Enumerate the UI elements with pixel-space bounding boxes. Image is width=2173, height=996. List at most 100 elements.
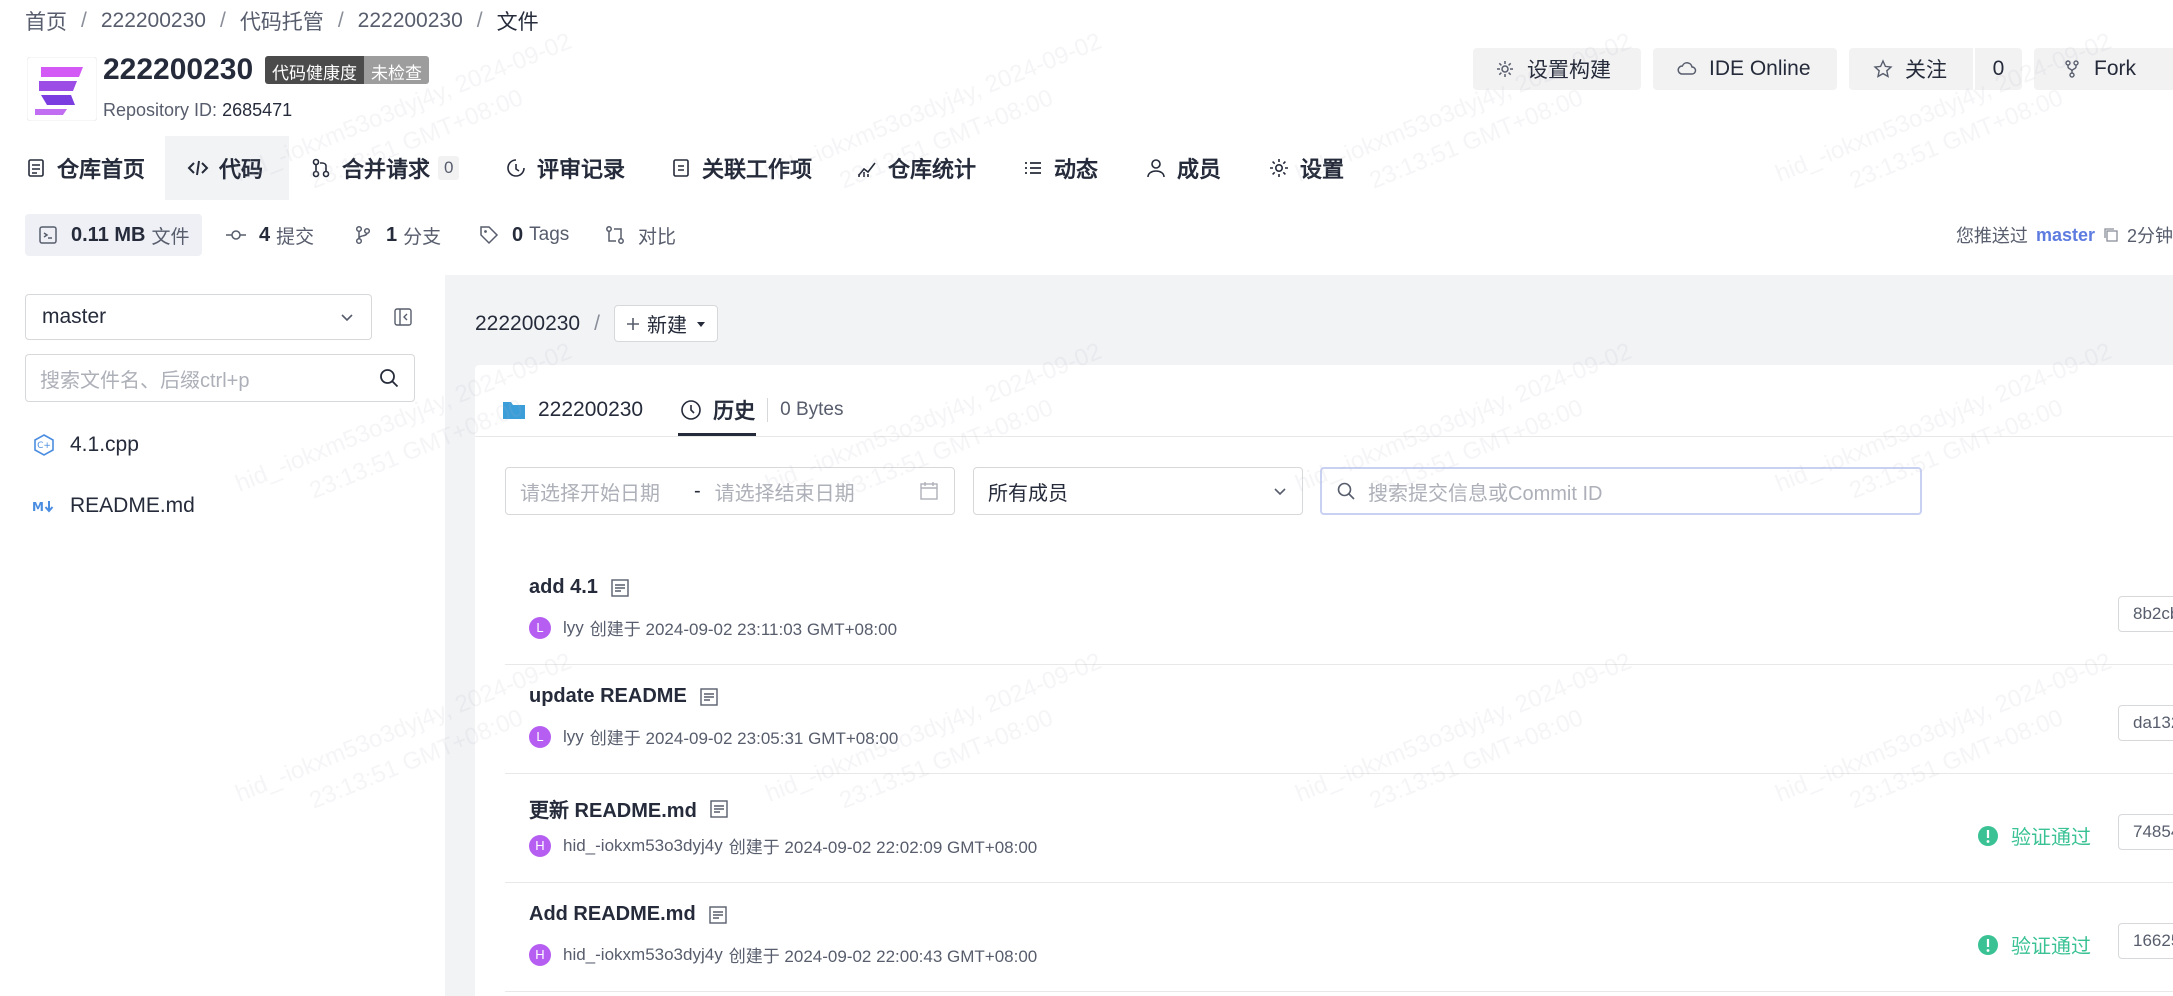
- tab-activity-label: 动态: [1054, 157, 1099, 182]
- commit-sha[interactable]: 74854: [2118, 814, 2173, 850]
- commit-row[interactable]: 更新 README.md Hhid_-iokxm53o3dyj4y 创建于 202…: [505, 774, 2173, 883]
- commit-title[interactable]: update README: [529, 685, 687, 708]
- member-filter-select[interactable]: 所有成员: [973, 467, 1303, 515]
- breadcrumb-home[interactable]: 首页: [25, 6, 67, 36]
- start-date-input[interactable]: 请选择开始日期: [520, 477, 680, 506]
- gear-icon: [1270, 159, 1288, 177]
- breadcrumb-project[interactable]: 222200230: [101, 9, 206, 33]
- tab-members[interactable]: 成员: [1145, 136, 1221, 200]
- path-root[interactable]: 222200230: [475, 312, 580, 336]
- tab-members-label: 成员: [1177, 157, 1222, 182]
- commit-search-input[interactable]: 搜索提交信息或Commit ID: [1320, 467, 1922, 515]
- follow-label: 关注: [1905, 59, 1947, 82]
- file-item[interactable]: C+ 4.1.cpp: [32, 430, 139, 460]
- health-label: 代码健康度: [265, 56, 364, 84]
- tab-review-records[interactable]: 评审记录: [505, 136, 625, 200]
- follow-button[interactable]: 关注: [1849, 48, 1973, 90]
- push-info-branch[interactable]: master: [2036, 225, 2095, 246]
- commit-title[interactable]: 更新 README.md: [529, 794, 697, 823]
- svg-text:M: M: [32, 500, 44, 514]
- repo-id: Repository ID: 2685471: [103, 100, 292, 121]
- commit-sha[interactable]: 16625: [2118, 923, 2173, 959]
- cpp-file-icon: C+: [34, 434, 54, 456]
- commit-detail-icon[interactable]: [610, 578, 630, 598]
- member-icon: [1147, 159, 1165, 178]
- compare-button[interactable]: 对比: [604, 214, 676, 256]
- commit-icon: [226, 230, 246, 240]
- repo-size-stat[interactable]: 0.11 MB 文件: [25, 214, 202, 256]
- tab-work-items-label: 关联工作项: [702, 157, 813, 182]
- file-item[interactable]: M README.md: [32, 491, 195, 521]
- tab-history[interactable]: 历史: [713, 395, 755, 425]
- commit-title[interactable]: Add README.md: [529, 903, 696, 926]
- commit-title[interactable]: add 4.1: [529, 576, 598, 599]
- verified-label: 验证通过: [2011, 936, 2091, 958]
- commit-detail-icon[interactable]: [699, 687, 719, 707]
- follow-count[interactable]: 0: [1975, 48, 2022, 90]
- commit-row[interactable]: update README Llyy 创建于 2024-09-02 23:05:3…: [505, 665, 2173, 774]
- chevron-down-icon: [341, 314, 353, 322]
- path-separator: /: [594, 311, 600, 335]
- branches-stat[interactable]: 1 分支: [352, 214, 441, 256]
- tab-repo-home-label: 仓库首页: [57, 157, 146, 182]
- end-date-input[interactable]: 请选择结束日期: [715, 477, 875, 506]
- compare-label: 对比: [638, 226, 677, 248]
- commits-stat[interactable]: 4 提交: [225, 214, 314, 256]
- commit-author[interactable]: hid_-iokxm53o3dyj4y: [563, 945, 723, 965]
- new-button-label: 新建: [646, 315, 687, 337]
- alert-circle-icon: [1978, 934, 1998, 955]
- commit-detail-icon[interactable]: [709, 799, 729, 819]
- breadcrumb-current: 文件: [496, 11, 539, 34]
- commit-author[interactable]: hid_-iokxm53o3dyj4y: [563, 836, 723, 856]
- collapse-sidebar-icon[interactable]: [392, 306, 414, 328]
- health-badge[interactable]: 代码健康度 未检查: [265, 56, 429, 84]
- date-range-separator: -: [694, 479, 701, 502]
- verified-badge[interactable]: 验证通过: [1977, 821, 2091, 850]
- tab-activity[interactable]: 动态: [1022, 136, 1098, 200]
- tab-repo-home[interactable]: 仓库首页: [25, 136, 145, 200]
- setup-build-button[interactable]: 设置构建: [1473, 48, 1641, 90]
- date-range-picker[interactable]: 请选择开始日期 - 请选择结束日期: [505, 467, 955, 515]
- push-info: 您推送过 master 2分钟: [1956, 222, 2173, 248]
- fork-button[interactable]: Fork: [2034, 48, 2173, 90]
- svg-text:C+: C+: [37, 441, 51, 451]
- commits-label: 提交: [276, 226, 315, 248]
- commit-detail-icon[interactable]: [708, 905, 728, 925]
- commit-sha[interactable]: da132: [2118, 705, 2173, 741]
- commit-sha[interactable]: 8b2cb: [2118, 596, 2173, 632]
- push-info-prefix: 您推送过: [1955, 226, 2028, 246]
- tab-merge-requests[interactable]: 合并请求 0: [310, 136, 460, 200]
- folder-name[interactable]: 222200230: [538, 398, 643, 422]
- tab-work-items[interactable]: 关联工作项: [670, 136, 812, 200]
- tab-merge-requests-label: 合并请求: [342, 157, 431, 182]
- path-bar: 222200230 / 新建: [475, 305, 718, 342]
- plus-icon: [626, 317, 639, 330]
- commit-author[interactable]: lyy: [563, 618, 584, 638]
- verified-badge[interactable]: 验证通过: [1977, 930, 2091, 959]
- caret-down-icon: [696, 321, 705, 327]
- breadcrumb-repo[interactable]: 222200230: [358, 9, 463, 33]
- commit-time: 创建于 2024-09-02 23:05:31 GMT+08:00: [589, 729, 899, 748]
- repo-id-value: 2685471: [222, 100, 293, 120]
- search-icon[interactable]: [378, 367, 400, 389]
- repo-name[interactable]: 222200230: [103, 53, 253, 87]
- breadcrumb-separator: /: [219, 9, 226, 32]
- commit-row[interactable]: add 4.1 Llyy 创建于 2024-09-02 23:11:03 GMT+…: [505, 556, 2173, 665]
- file-name: 4.1.cpp: [70, 433, 139, 456]
- tags-stat[interactable]: 0 Tags: [478, 214, 569, 256]
- card-tabs: 222200230 历史 0 Bytes: [502, 384, 844, 436]
- calendar-icon[interactable]: [918, 480, 940, 502]
- copy-icon[interactable]: [2103, 227, 2119, 243]
- breadcrumb-codehub[interactable]: 代码托管: [240, 6, 324, 36]
- breadcrumb-separator: /: [81, 9, 87, 32]
- ide-online-button[interactable]: IDE Online: [1653, 48, 1837, 90]
- commit-row[interactable]: Add README.md Hhid_-iokxm53o3dyj4y 创建于 20…: [505, 883, 2173, 992]
- tab-code[interactable]: 代码: [165, 136, 289, 200]
- commit-time: 创建于 2024-09-02 22:02:09 GMT+08:00: [728, 838, 1038, 857]
- file-search-input[interactable]: 搜索文件名、后缀ctrl+p: [25, 354, 415, 402]
- branch-select[interactable]: master: [25, 294, 372, 340]
- tab-repo-stats[interactable]: 仓库统计: [856, 136, 976, 200]
- commit-author[interactable]: lyy: [563, 727, 584, 747]
- new-button[interactable]: 新建: [613, 305, 718, 342]
- tab-settings[interactable]: 设置: [1268, 136, 1344, 200]
